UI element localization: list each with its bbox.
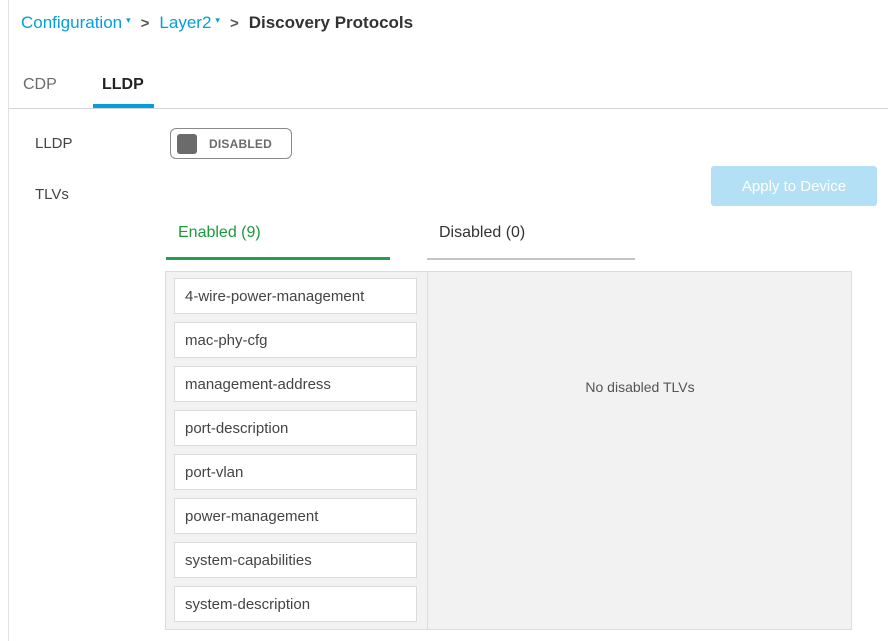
- toggle-knob: [177, 133, 197, 154]
- protocol-tabs: CDP LLDP: [9, 64, 888, 109]
- breadcrumb: Configuration ▾ > Layer2 ▾ > Discovery P…: [21, 13, 413, 33]
- tab-enabled-tlvs[interactable]: Enabled (9): [178, 224, 261, 242]
- apply-to-device-button[interactable]: Apply to Device: [711, 166, 877, 206]
- chevron-right-icon: >: [229, 14, 239, 32]
- tlv-item[interactable]: system-description: [174, 586, 417, 622]
- enabled-tab-indicator: [166, 257, 390, 260]
- lldp-toggle[interactable]: DISABLED: [170, 128, 292, 159]
- page-title: Discovery Protocols: [248, 13, 414, 32]
- enabled-tlv-list: 4-wire-power-management mac-phy-cfg mana…: [174, 278, 417, 628]
- tlv-item[interactable]: port-vlan: [174, 454, 417, 490]
- breadcrumb-configuration[interactable]: Configuration ▾: [21, 13, 131, 33]
- tlv-item[interactable]: 4-wire-power-management: [174, 278, 417, 314]
- breadcrumb-configuration-label: Configuration: [21, 13, 123, 32]
- list-divider: [427, 272, 428, 629]
- tlv-item[interactable]: port-description: [174, 410, 417, 446]
- caret-down-icon: ▾: [215, 14, 220, 25]
- tlvs-label: TLVs: [35, 186, 69, 203]
- tab-lldp[interactable]: LLDP: [102, 76, 144, 94]
- caret-down-icon: ▾: [126, 14, 131, 25]
- tlv-panel: 4-wire-power-management mac-phy-cfg mana…: [165, 271, 852, 630]
- main-content: Configuration ▾ > Layer2 ▾ > Discovery P…: [8, 0, 888, 641]
- tab-cdp[interactable]: CDP: [23, 76, 57, 94]
- lldp-label: LLDP: [35, 135, 73, 152]
- tlv-item[interactable]: mac-phy-cfg: [174, 322, 417, 358]
- disabled-tlvs-empty-message: No disabled TLVs: [585, 379, 695, 395]
- active-tab-indicator: [93, 104, 154, 108]
- chevron-right-icon: >: [140, 14, 150, 32]
- tab-disabled-tlvs[interactable]: Disabled (0): [439, 224, 525, 242]
- breadcrumb-layer2[interactable]: Layer2 ▾: [159, 13, 220, 33]
- toggle-state-label: DISABLED: [209, 136, 272, 151]
- tlv-item[interactable]: power-management: [174, 498, 417, 534]
- tlv-item[interactable]: system-capabilities: [174, 542, 417, 578]
- tlv-item[interactable]: management-address: [174, 366, 417, 402]
- breadcrumb-layer2-label: Layer2: [159, 13, 212, 32]
- disabled-tab-indicator: [427, 258, 635, 260]
